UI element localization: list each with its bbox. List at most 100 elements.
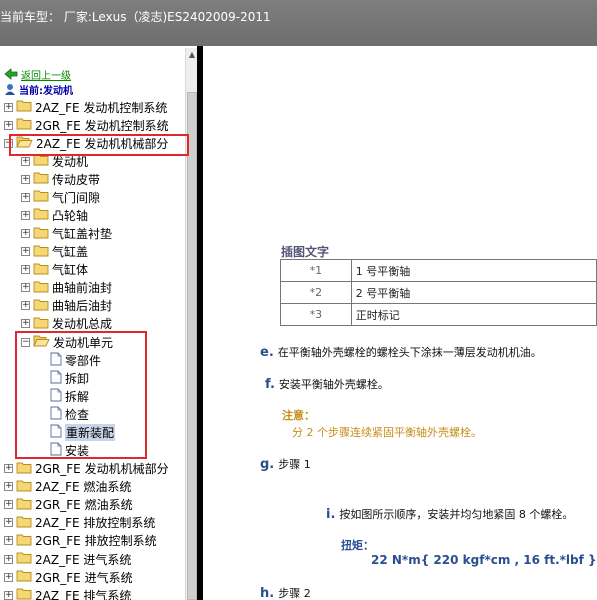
step-text: 步骤 1 bbox=[278, 458, 311, 471]
expand-icon[interactable]: + bbox=[4, 482, 13, 492]
back-arrow-icon bbox=[4, 68, 18, 80]
step-marker: g. bbox=[260, 457, 275, 472]
folder-icon bbox=[16, 461, 32, 477]
step-g: g. 步骤 1 bbox=[260, 456, 311, 472]
tree-item-label: 2GR_FE 发动机机械部分 bbox=[35, 462, 169, 477]
expand-icon[interactable]: + bbox=[21, 174, 30, 184]
folder-icon bbox=[16, 551, 32, 567]
current-location: 当前:发动机 bbox=[4, 82, 73, 97]
step-text: 步骤 2 bbox=[278, 587, 311, 600]
tree-item[interactable]: +2AZ_FE 排气系统 bbox=[4, 586, 131, 600]
tree-item-label: 2GR_FE 排放控制系统 bbox=[35, 534, 157, 549]
expand-icon[interactable]: + bbox=[21, 229, 30, 239]
title-bar: 当前车型： 厂家:Lexus（凌志)ES2402009-2011 bbox=[0, 0, 597, 46]
tree-item[interactable]: +2AZ_FE 发动机控制系统 bbox=[4, 98, 167, 116]
expand-icon[interactable]: + bbox=[21, 301, 30, 311]
folder-icon bbox=[16, 99, 32, 115]
folder-icon bbox=[33, 262, 49, 278]
folder-icon bbox=[16, 569, 32, 585]
step-marker: h. bbox=[260, 586, 275, 600]
tree-item[interactable]: + 曲轴前油封 bbox=[21, 279, 112, 297]
tree-item[interactable]: +2GR_FE 燃油系统 bbox=[4, 496, 133, 514]
folder-icon bbox=[16, 497, 32, 513]
expand-icon[interactable]: + bbox=[4, 102, 13, 112]
tree-item[interactable]: + 气缸体 bbox=[21, 261, 88, 279]
scroll-thumb[interactable] bbox=[187, 92, 197, 600]
step-text: 在平衡轴外壳螺栓的螺栓头下涂抹一薄层发动机机油。 bbox=[277, 346, 542, 359]
tree-item[interactable]: +2AZ_FE 进气系统 bbox=[4, 550, 131, 568]
step-text: 按如图所示顺序，安装并均匀地紧固 8 个螺栓。 bbox=[339, 508, 574, 521]
tree-scrollbar[interactable]: ▲ bbox=[185, 48, 197, 600]
tree-item[interactable]: +2GR_FE 发动机控制系统 bbox=[4, 116, 169, 134]
vehicle-title: 当前车型： 厂家:Lexus（凌志)ES2402009-2011 bbox=[0, 10, 271, 24]
folder-icon bbox=[16, 515, 32, 531]
step-i: i. 按如图所示顺序，安装并均匀地紧固 8 个螺栓。 bbox=[326, 506, 573, 522]
expand-icon[interactable]: + bbox=[4, 120, 13, 130]
folder-icon bbox=[33, 171, 49, 187]
tree-item[interactable]: +2GR_FE 排放控制系统 bbox=[4, 532, 157, 550]
expand-icon[interactable]: + bbox=[4, 572, 13, 582]
tree-item[interactable]: + 气门间隙 bbox=[21, 188, 100, 206]
tree-item[interactable]: +2AZ_FE 燃油系统 bbox=[4, 478, 131, 496]
folder-icon bbox=[16, 587, 32, 600]
expand-icon[interactable]: + bbox=[21, 319, 30, 329]
tree-item-label: 气缸盖衬垫 bbox=[52, 227, 113, 242]
tree-item-label: 曲轴前油封 bbox=[52, 281, 113, 296]
tree-item[interactable]: + 凸轮轴 bbox=[21, 206, 88, 224]
torque-value: 22 N*m{ 220 kgf*cm , 16 ft.*lbf } bbox=[371, 553, 597, 567]
tree-item[interactable]: +2AZ_FE 排放控制系统 bbox=[4, 514, 155, 532]
table-row: *1 1 号平衡轴 bbox=[280, 259, 597, 282]
tree-item-label: 凸轮轴 bbox=[52, 208, 89, 223]
folder-icon bbox=[33, 207, 49, 223]
tree-item[interactable]: + 气缸盖衬垫 bbox=[21, 225, 112, 243]
tree-item-label: 2AZ_FE 排气系统 bbox=[35, 588, 132, 600]
expand-icon[interactable]: + bbox=[21, 156, 30, 166]
folder-icon bbox=[33, 189, 49, 205]
folder-icon bbox=[33, 280, 49, 296]
folder-icon bbox=[16, 533, 32, 549]
current-location-label: 当前:发动机 bbox=[19, 85, 73, 97]
tree-item-label: 曲轴后油封 bbox=[52, 299, 113, 314]
expand-icon[interactable]: + bbox=[4, 536, 13, 546]
expand-icon[interactable]: + bbox=[21, 210, 30, 220]
tree-item-label: 气缸体 bbox=[52, 263, 89, 278]
tree-item[interactable]: + 传动皮带 bbox=[21, 170, 100, 188]
folder-icon bbox=[33, 316, 49, 332]
tree-item[interactable]: +2GR_FE 发动机机械部分 bbox=[4, 460, 169, 478]
expand-icon[interactable]: + bbox=[4, 464, 13, 474]
tree-item-label: 传动皮带 bbox=[52, 172, 101, 187]
step-text: 安装平衡轴外壳螺栓。 bbox=[278, 378, 389, 391]
tree-item-label: 气缸盖 bbox=[52, 245, 89, 260]
expand-icon[interactable]: + bbox=[4, 518, 13, 528]
tree-item-label: 2GR_FE 燃油系统 bbox=[35, 498, 133, 513]
tree-item-label: 2AZ_FE 燃油系统 bbox=[35, 480, 132, 495]
tree-item-label: 2AZ_FE 发动机控制系统 bbox=[35, 100, 168, 115]
caption-title: 插图文字 bbox=[281, 245, 330, 259]
highlight-box-engine-mechanical bbox=[9, 134, 189, 156]
folder-icon bbox=[16, 117, 32, 133]
legend-text: 2 号平衡轴 bbox=[350, 281, 597, 304]
tree-item[interactable]: + 气缸盖 bbox=[21, 243, 88, 261]
torque-heading: 扭矩： bbox=[341, 539, 374, 552]
expand-icon[interactable]: + bbox=[21, 192, 30, 202]
expand-icon[interactable]: + bbox=[4, 500, 13, 510]
folder-icon bbox=[16, 479, 32, 495]
step-marker: e. bbox=[260, 345, 274, 360]
legend-table: *1 1 号平衡轴 *2 2 号平衡轴 *3 正时标记 bbox=[280, 259, 597, 326]
expand-icon[interactable]: + bbox=[21, 283, 30, 293]
folder-icon bbox=[33, 226, 49, 242]
expand-icon[interactable]: + bbox=[4, 554, 13, 564]
tree-item-label: 2AZ_FE 排放控制系统 bbox=[35, 516, 156, 531]
tree-item-label: 2GR_FE 发动机控制系统 bbox=[35, 118, 169, 133]
expand-icon[interactable]: + bbox=[4, 590, 13, 600]
user-icon bbox=[5, 84, 15, 95]
table-row: *3 正时标记 bbox=[280, 303, 597, 326]
expand-icon[interactable]: + bbox=[21, 265, 30, 275]
tree-item[interactable]: + 曲轴后油封 bbox=[21, 297, 112, 315]
expand-icon[interactable]: + bbox=[21, 247, 30, 257]
tree-item[interactable]: +2GR_FE 进气系统 bbox=[4, 568, 133, 586]
table-row: *2 2 号平衡轴 bbox=[280, 281, 597, 304]
back-link[interactable]: 返回上一级 bbox=[4, 67, 71, 82]
step-f: f. 安装平衡轴外壳螺栓。 bbox=[265, 376, 389, 392]
step-h: h. 步骤 2 bbox=[260, 585, 311, 600]
